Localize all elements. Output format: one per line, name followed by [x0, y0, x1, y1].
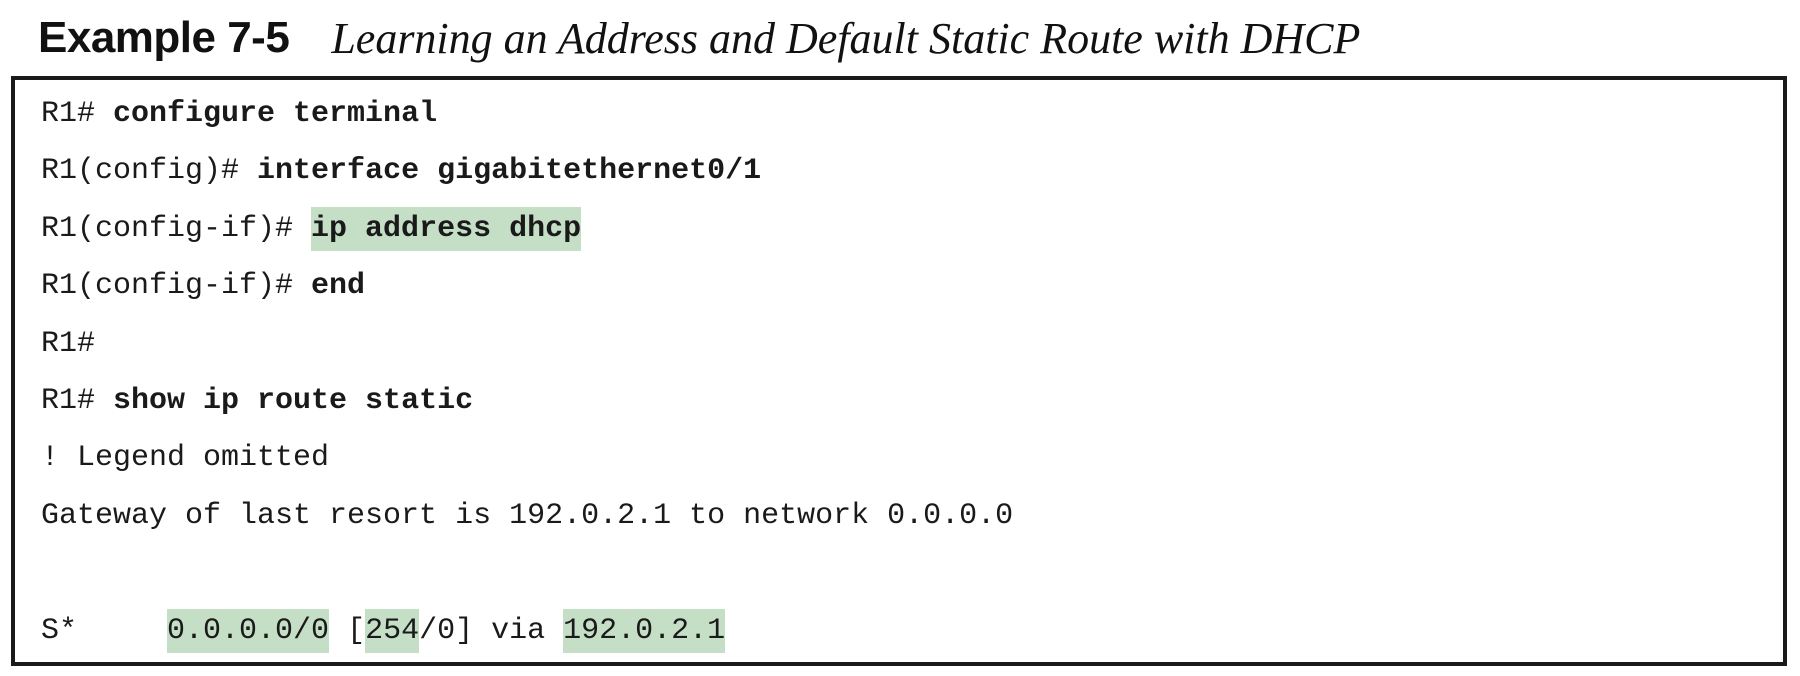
code-text: [	[329, 613, 366, 648]
example-number: Example 7-5	[38, 13, 290, 62]
code-line: ! Legend omitted	[41, 430, 1013, 487]
highlighted-value: 254	[365, 608, 420, 653]
code-line: R1# configure terminal	[41, 86, 1013, 143]
code-line: R1(config)# interface gigabitethernet0/1	[41, 143, 1013, 200]
code-line: S* 0.0.0.0/0 [254/0] via 192.0.2.1	[41, 603, 1013, 660]
highlighted-value: 0.0.0.0/0	[167, 608, 330, 653]
code-line: R1(config-if)# end	[41, 258, 1013, 315]
highlighted-command: ip address dhcp	[311, 206, 582, 251]
command-text: interface gigabitethernet0/1	[257, 154, 762, 189]
code-text: R1#	[41, 383, 114, 418]
code-line: R1#	[41, 316, 1013, 373]
code-text: R1(config-if)#	[41, 269, 312, 304]
code-line: R1(config-if)# ip address dhcp	[41, 201, 1013, 258]
code-text: R1(config-if)#	[41, 211, 312, 246]
code-text: R1#	[41, 326, 96, 361]
code-lines: R1# configure terminal R1(config)# interf…	[41, 86, 1013, 660]
command-text: show ip route static	[113, 383, 474, 418]
code-listing-box: R1# configure terminal R1(config)# interf…	[11, 76, 1787, 666]
code-text: ! Legend omitted	[41, 441, 330, 476]
code-text: /0] via	[419, 613, 564, 648]
code-text: R1(config)#	[41, 154, 258, 189]
command-text: end	[311, 269, 366, 304]
code-text: Gateway of last resort is 192.0.2.1 to n…	[41, 498, 1014, 533]
code-line: R1# show ip route static	[41, 373, 1013, 430]
command-text: configure terminal	[113, 97, 438, 131]
code-line: Gateway of last resort is 192.0.2.1 to n…	[41, 488, 1013, 545]
highlighted-value: 192.0.2.1	[563, 608, 726, 653]
example-header: Example 7-5 Learning an Address and Defa…	[38, 8, 1360, 68]
code-text: R1#	[41, 97, 114, 131]
example-title: Learning an Address and Default Static R…	[331, 13, 1361, 63]
code-text: S*	[41, 613, 168, 648]
